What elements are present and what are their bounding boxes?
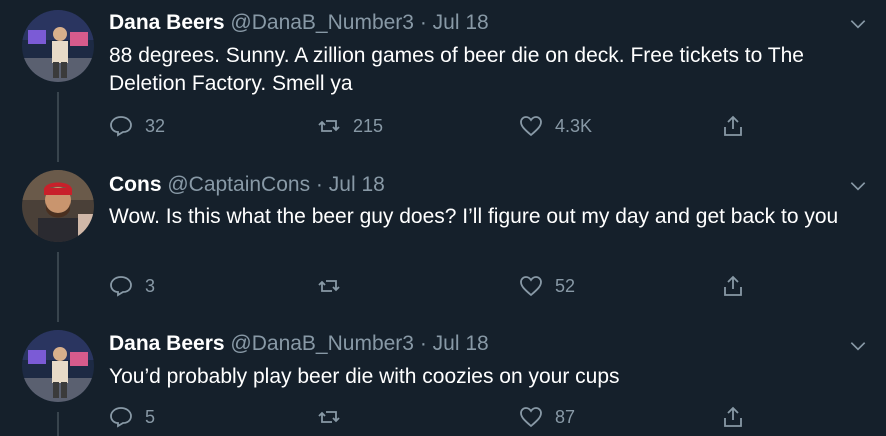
separator: · — [419, 332, 427, 355]
reply-icon — [110, 407, 132, 428]
share-icon — [724, 115, 742, 136]
reply-count: 3 — [145, 275, 156, 296]
reply-button[interactable]: 3 — [109, 272, 155, 300]
share-icon — [724, 406, 742, 427]
share-icon — [724, 275, 742, 296]
tweet-date[interactable]: Jul 18 — [329, 173, 385, 196]
retweet-icon — [318, 120, 340, 132]
like-icon — [520, 276, 542, 297]
retweet-icon — [318, 280, 340, 292]
retweet-icon — [318, 411, 340, 423]
tweet-text: 88 degrees. Sunny. A zillion games of be… — [109, 44, 804, 95]
tweet-date[interactable]: Jul 18 — [433, 11, 489, 34]
like-button[interactable]: 87 — [519, 403, 575, 431]
tweet-date[interactable]: Jul 18 — [433, 332, 489, 355]
tweet[interactable]: Dana Beers @DanaB_Number3 · Jul 18 88 de… — [0, 0, 886, 160]
author-handle[interactable]: @CaptainCons — [167, 173, 310, 196]
avatar[interactable] — [22, 330, 94, 402]
avatar[interactable] — [22, 170, 94, 242]
chevron-down-icon[interactable] — [848, 14, 868, 34]
author-name[interactable]: Dana Beers — [109, 332, 225, 355]
like-button[interactable]: 4.3K — [519, 112, 592, 140]
author-name[interactable]: Cons — [109, 173, 162, 196]
retweet-button[interactable]: 215 — [317, 112, 383, 140]
like-icon — [520, 407, 542, 428]
retweet-button[interactable] — [317, 272, 353, 300]
like-button[interactable]: 52 — [519, 272, 575, 300]
reply-icon — [110, 116, 132, 137]
author-handle[interactable]: @DanaB_Number3 — [230, 11, 414, 34]
reply-button[interactable]: 32 — [109, 112, 165, 140]
tweet[interactable]: Cons @CaptainCons · Jul 18 Wow. Is this … — [0, 160, 886, 320]
reply-icon — [110, 276, 132, 297]
share-button[interactable] — [721, 403, 745, 431]
chevron-down-icon[interactable] — [848, 176, 868, 196]
like-icon — [520, 116, 542, 137]
avatar[interactable] — [22, 10, 94, 82]
tweet[interactable]: Dana Beers @DanaB_Number3 · Jul 18 You’d… — [0, 320, 886, 436]
like-count: 4.3K — [555, 115, 593, 136]
reply-count: 5 — [145, 406, 156, 427]
chevron-down-icon[interactable] — [848, 336, 868, 356]
share-button[interactable] — [721, 112, 745, 140]
like-count: 87 — [555, 406, 576, 427]
author-handle[interactable]: @DanaB_Number3 — [230, 332, 414, 355]
reply-button[interactable]: 5 — [109, 403, 155, 431]
separator: · — [315, 173, 323, 196]
reply-count: 32 — [145, 115, 166, 136]
retweet-button[interactable] — [317, 403, 353, 431]
author-name[interactable]: Dana Beers — [109, 11, 225, 34]
tweet-text: You’d probably play beer die with coozie… — [109, 365, 620, 388]
share-button[interactable] — [721, 272, 745, 300]
like-count: 52 — [555, 275, 576, 296]
tweet-text: Wow. Is this what the beer guy does? I’l… — [109, 205, 839, 228]
separator: · — [419, 11, 427, 34]
retweet-count: 215 — [353, 115, 384, 136]
